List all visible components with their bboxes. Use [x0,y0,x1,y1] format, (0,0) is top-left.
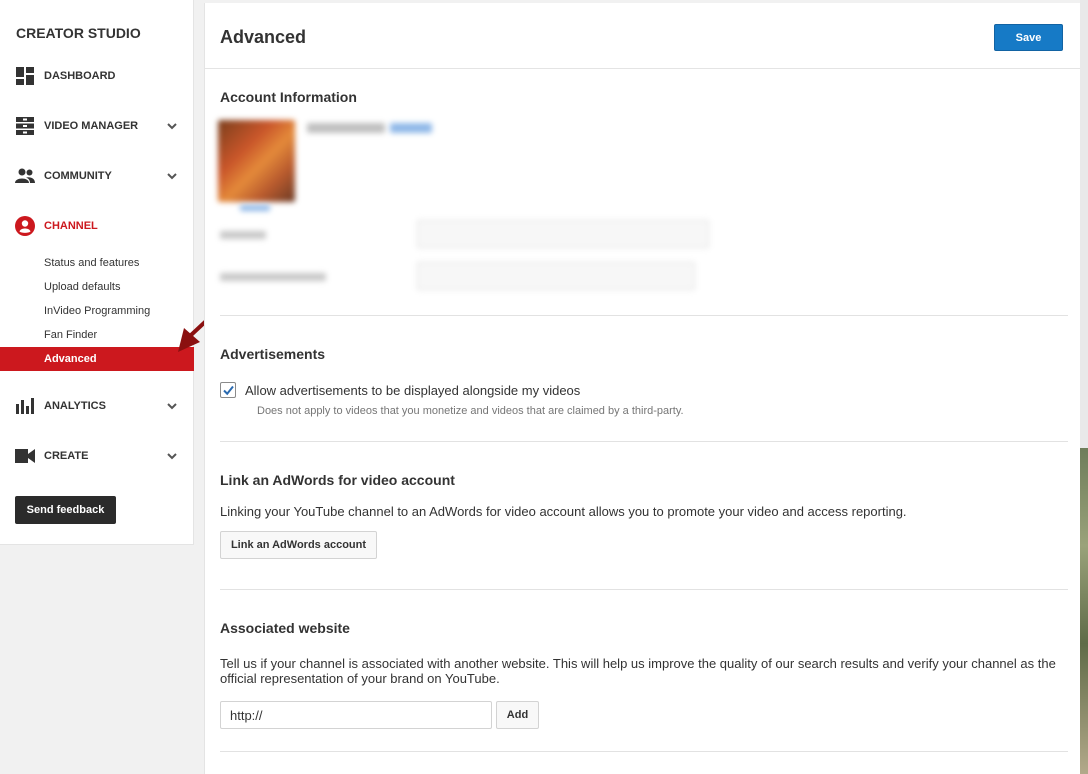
chevron-down-icon[interactable] [166,170,178,182]
section-divider [220,589,1068,590]
add-website-button[interactable]: Add [496,701,539,729]
link-adwords-button[interactable]: Link an AdWords account [220,531,377,559]
website-url-input[interactable] [220,701,492,729]
sidebar-item-channel[interactable]: CHANNEL [0,211,194,241]
chevron-down-icon[interactable] [166,450,178,462]
sidebar-subitem-status[interactable]: Status and features [0,251,194,275]
section-divider [220,315,1068,316]
sidebar-subitem-invideo[interactable]: InVideo Programming [0,299,194,323]
sidebar-item-label: ANALYTICS [44,400,106,412]
website-description-line2: official representation of your brand on… [220,671,500,686]
adwords-description: Linking your YouTube channel to an AdWor… [220,504,907,519]
channel-keywords-field-redacted[interactable] [417,262,695,290]
avatar-change-link-redacted[interactable] [240,205,270,211]
website-description-line1: Tell us if your channel is associated wi… [220,656,1056,671]
sidebar-item-community[interactable]: COMMUNITY [0,161,194,191]
analytics-icon [15,396,35,416]
create-icon [15,446,35,466]
account-name-redacted [307,123,385,133]
account-change-link-redacted[interactable] [390,123,432,133]
sidebar-item-label: CREATE [44,450,89,462]
country-select-redacted[interactable] [417,220,709,248]
main-panel: Advanced Save Account Information Advert… [204,3,1084,774]
sidebar-item-label: COMMUNITY [44,170,112,182]
channel-icon [15,216,35,236]
dashboard-icon [15,66,35,86]
community-icon [15,166,35,186]
associated-website-title: Associated website [220,620,350,636]
sidebar-subitem-advanced[interactable]: Advanced [0,347,194,371]
section-divider [220,441,1068,442]
sidebar-subitem-fan-finder[interactable]: Fan Finder [0,323,194,347]
send-feedback-button[interactable]: Send feedback [15,496,116,524]
sidebar-item-label: DASHBOARD [44,70,116,82]
chevron-down-icon[interactable] [166,400,178,412]
sidebar-item-analytics[interactable]: ANALYTICS [0,391,194,421]
sidebar-item-video-manager[interactable]: VIDEO MANAGER [0,111,194,141]
sidebar-subitem-upload-defaults[interactable]: Upload defaults [0,275,194,299]
allow-ads-checkbox[interactable] [220,382,236,398]
advertisements-title: Advertisements [220,346,326,362]
sidebar: CREATOR STUDIO DASHBOARD VIDEO MANAGER C… [0,0,194,545]
sidebar-item-dashboard[interactable]: DASHBOARD [0,61,194,91]
checkmark-icon [223,385,234,396]
sidebar-item-create[interactable]: CREATE [0,441,194,471]
adwords-title: Link an AdWords for video account [220,472,455,488]
page-header: Advanced Save [205,3,1084,69]
channel-keywords-label-redacted [220,273,326,281]
page-title: Advanced [220,27,307,47]
section-divider [220,751,1068,752]
video-manager-icon [15,116,35,136]
avatar [218,120,295,202]
sidebar-item-label: CHANNEL [44,220,98,232]
allow-ads-label[interactable]: Allow advertisements to be displayed alo… [245,383,580,398]
sidebar-item-label: VIDEO MANAGER [44,120,139,132]
country-label-redacted [220,231,266,239]
allow-ads-note: Does not apply to videos that you moneti… [257,405,684,417]
save-button[interactable]: Save [994,24,1063,51]
background-photo [1080,448,1088,774]
account-info-title: Account Information [220,89,357,105]
brand-title: CREATOR STUDIO [16,25,141,41]
chevron-down-icon[interactable] [166,120,178,132]
